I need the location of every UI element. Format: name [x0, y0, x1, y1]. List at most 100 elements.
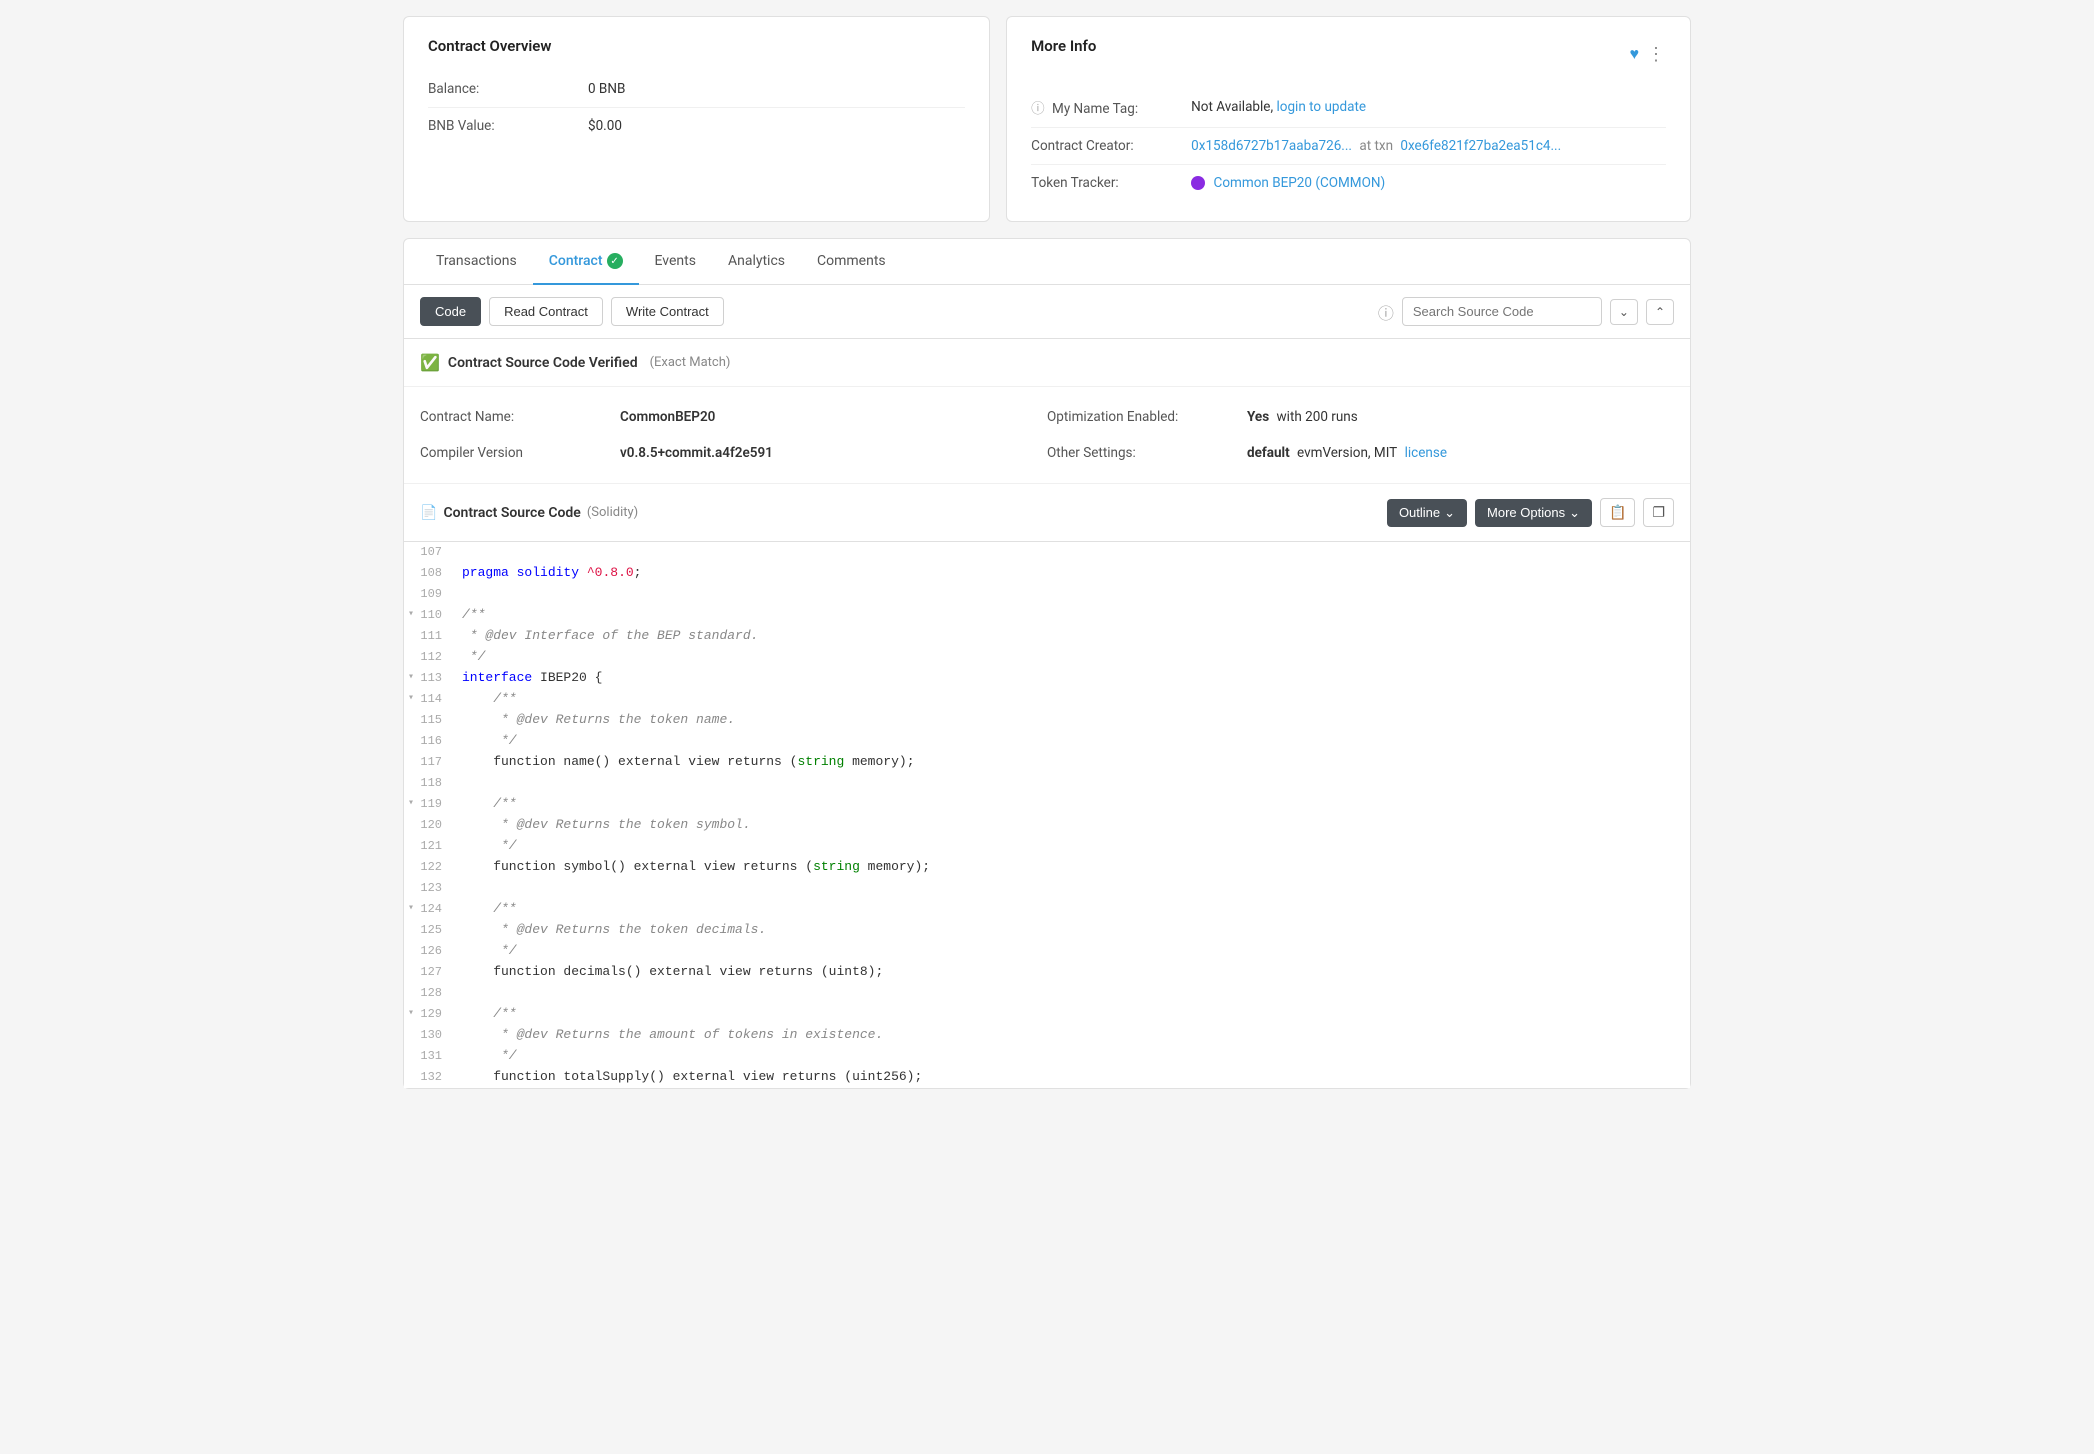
- line-number: 125: [404, 920, 454, 940]
- line-number: 123: [404, 878, 454, 898]
- line-number: 130: [404, 1025, 454, 1045]
- collapse-icon[interactable]: ▾: [408, 607, 414, 623]
- line-number: 131: [404, 1046, 454, 1066]
- code-content: function totalSupply() external view ret…: [454, 1067, 1690, 1088]
- code-line: 123: [404, 878, 1690, 899]
- license-link[interactable]: license: [1405, 445, 1447, 461]
- contract-creator-row: Contract Creator: 0x158d6727b17aaba726..…: [1031, 128, 1666, 165]
- line-number: ▾114: [404, 689, 454, 709]
- code-content: * @dev Returns the amount of tokens in e…: [454, 1025, 1690, 1046]
- line-number: 126: [404, 941, 454, 961]
- write-contract-button[interactable]: Write Contract: [611, 297, 724, 326]
- bnb-value-row: BNB Value: $0.00: [428, 108, 965, 144]
- name-tag-label: ⓘ My Name Tag:: [1031, 97, 1191, 117]
- more-options-button[interactable]: More Options ⌄: [1475, 499, 1592, 527]
- tab-events[interactable]: Events: [639, 239, 712, 285]
- code-content: * @dev Returns the token name.: [454, 710, 1690, 731]
- more-info-panel: More Info ♥ ⋮ ⓘ My Name Tag: Not Availab…: [1006, 16, 1691, 222]
- code-content: /**: [454, 605, 1690, 626]
- source-code-title: 📄 Contract Source Code (Solidity): [420, 505, 638, 521]
- collapse-icon[interactable]: ▾: [408, 670, 414, 686]
- code-line: 125 * @dev Returns the token decimals.: [404, 920, 1690, 941]
- code-content: [454, 878, 1690, 899]
- creator-txn-link[interactable]: 0xe6fe821f27ba2ea51c4...: [1400, 138, 1561, 154]
- tab-comments[interactable]: Comments: [801, 239, 902, 285]
- help-icon[interactable]: ⓘ: [1378, 300, 1394, 324]
- more-icon[interactable]: ⋮: [1647, 44, 1666, 65]
- chevron-down-icon: ⌄: [1444, 505, 1455, 521]
- contract-meta: Contract Name: CommonBEP20 Optimization …: [404, 387, 1690, 484]
- code-content: function symbol() external view returns …: [454, 857, 1690, 878]
- tab-contract[interactable]: Contract ✓: [533, 239, 639, 285]
- copy-icon: 📋: [1609, 504, 1626, 520]
- line-number: 112: [404, 647, 454, 667]
- more-info-icons: ♥ ⋮: [1630, 44, 1667, 65]
- code-content: */: [454, 836, 1690, 857]
- line-number: 128: [404, 983, 454, 1003]
- login-to-update-link[interactable]: login to update: [1276, 99, 1366, 115]
- other-settings-label: Other Settings:: [1047, 445, 1247, 461]
- outline-button[interactable]: Outline ⌄: [1387, 499, 1467, 527]
- source-code-sub: (Solidity): [587, 505, 638, 520]
- other-settings-row: Other Settings: default evmVersion, MIT …: [1047, 435, 1674, 471]
- chevron-down-icon: ⌄: [1569, 505, 1580, 521]
- name-tag-row: ⓘ My Name Tag: Not Available, login to u…: [1031, 87, 1666, 128]
- copy-button[interactable]: 📋: [1600, 498, 1635, 527]
- code-line: 126 */: [404, 941, 1690, 962]
- collapse-icon[interactable]: ▾: [408, 901, 414, 917]
- verified-check-icon: ✅: [420, 353, 440, 372]
- line-number: 117: [404, 752, 454, 772]
- line-number: 109: [404, 584, 454, 604]
- contract-name-row: Contract Name: CommonBEP20: [420, 399, 1047, 435]
- help-circle-icon: ⓘ: [1031, 101, 1045, 117]
- code-content: */: [454, 647, 1690, 668]
- code-line: 107: [404, 542, 1690, 563]
- token-tracker-link[interactable]: Common BEP20 (COMMON): [1214, 175, 1386, 191]
- main-content-panel: Transactions Contract ✓ Events Analytics…: [403, 238, 1691, 1089]
- compiler-label: Compiler Version: [420, 445, 620, 461]
- code-line: 131 */: [404, 1046, 1690, 1067]
- token-tracker-value: Common BEP20 (COMMON): [1191, 175, 1385, 191]
- code-content: */: [454, 941, 1690, 962]
- collapse-icon[interactable]: ▾: [408, 1006, 414, 1022]
- line-number: ▾129: [404, 1004, 454, 1024]
- chevron-down-btn[interactable]: ⌄: [1610, 299, 1638, 325]
- code-content: [454, 584, 1690, 605]
- source-code-header: 📄 Contract Source Code (Solidity) Outlin…: [404, 484, 1690, 542]
- code-line: 122 function symbol() external view retu…: [404, 857, 1690, 878]
- token-tracker-row: Token Tracker: Common BEP20 (COMMON): [1031, 165, 1666, 201]
- optimization-label: Optimization Enabled:: [1047, 409, 1247, 425]
- code-content: function name() external view returns (s…: [454, 752, 1690, 773]
- line-number: ▾124: [404, 899, 454, 919]
- chevron-up-btn[interactable]: ⌃: [1646, 299, 1674, 325]
- read-contract-button[interactable]: Read Contract: [489, 297, 603, 326]
- code-content: /**: [454, 899, 1690, 920]
- code-content: * @dev Interface of the BEP standard.: [454, 626, 1690, 647]
- search-source-input[interactable]: [1402, 297, 1602, 326]
- code-line: 112 */: [404, 647, 1690, 668]
- tab-transactions[interactable]: Transactions: [420, 239, 533, 285]
- creator-address-link[interactable]: 0x158d6727b17aaba726...: [1191, 138, 1352, 154]
- tab-analytics[interactable]: Analytics: [712, 239, 801, 285]
- code-line: 120 * @dev Returns the token symbol.: [404, 815, 1690, 836]
- collapse-icon[interactable]: ▾: [408, 691, 414, 707]
- top-panels: Contract Overview Balance: 0 BNB BNB Val…: [403, 16, 1691, 222]
- code-line: ▾110/**: [404, 605, 1690, 626]
- verified-text: Contract Source Code Verified: [448, 355, 638, 371]
- contract-overview-title: Contract Overview: [428, 37, 965, 55]
- heart-icon[interactable]: ♥: [1630, 44, 1640, 64]
- code-line: 115 * @dev Returns the token name.: [404, 710, 1690, 731]
- code-line: 132 function totalSupply() external view…: [404, 1067, 1690, 1088]
- code-line: 108pragma solidity ^0.8.0;: [404, 563, 1690, 584]
- code-content: function decimals() external view return…: [454, 962, 1690, 983]
- code-content: /**: [454, 689, 1690, 710]
- sub-toolbar: Code Read Contract Write Contract ⓘ ⌄ ⌃: [404, 285, 1690, 339]
- expand-button[interactable]: ❐: [1643, 498, 1674, 527]
- line-number: 120: [404, 815, 454, 835]
- expand-icon: ❐: [1652, 504, 1665, 520]
- collapse-icon[interactable]: ▾: [408, 796, 414, 812]
- code-button[interactable]: Code: [420, 297, 481, 326]
- tabs-bar: Transactions Contract ✓ Events Analytics…: [404, 239, 1690, 285]
- page-wrapper: Contract Overview Balance: 0 BNB BNB Val…: [387, 0, 1707, 1105]
- code-line: ▾113interface IBEP20 {: [404, 668, 1690, 689]
